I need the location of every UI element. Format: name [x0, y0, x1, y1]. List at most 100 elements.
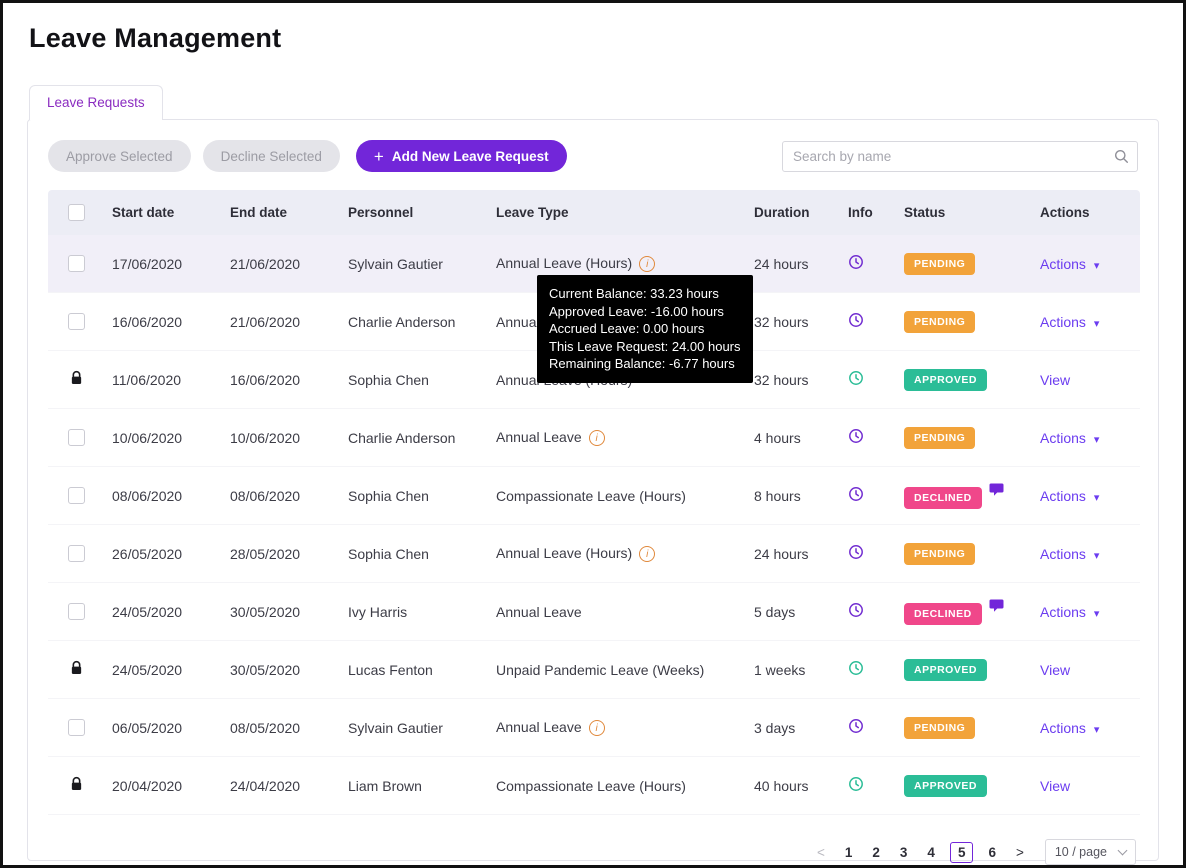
cell-leave-type: Annual Leave i [488, 408, 746, 467]
cell-status: APPROVED [896, 640, 1032, 699]
leave-type-label: Annual Leave [496, 428, 582, 445]
page-size-select[interactable]: 10 / page [1044, 839, 1136, 865]
select-cell [48, 235, 104, 293]
info-icon[interactable]: i [588, 720, 605, 737]
cell-duration: 40 hours [746, 756, 840, 815]
leave-requests-panel: Approve Selected Decline Selected + Add … [27, 119, 1159, 865]
row-checkbox[interactable] [67, 255, 85, 273]
cell-actions: View [1032, 756, 1140, 815]
clock-icon[interactable] [848, 370, 864, 386]
cell-start-date: 26/05/2020 [104, 524, 222, 583]
cell-duration: 4 hours [746, 408, 840, 467]
search-input[interactable] [782, 140, 1138, 172]
tooltip-line: Accrued Leave: 0.00 hours [549, 321, 705, 336]
clock-icon[interactable] [848, 312, 864, 328]
row-checkbox[interactable] [67, 603, 85, 621]
select-all-checkbox[interactable] [67, 204, 85, 221]
page-button-4[interactable]: 4 [922, 843, 940, 862]
comment-icon[interactable] [989, 483, 1004, 497]
row-checkbox[interactable] [67, 545, 85, 563]
clock-icon[interactable] [848, 254, 864, 270]
col-status: Status [896, 190, 1032, 235]
actions-menu-button[interactable]: Actions ▾ [1040, 430, 1099, 446]
cell-info [840, 524, 896, 583]
actions-menu-button[interactable]: Actions ▾ [1040, 488, 1099, 504]
table-row: 08/06/2020 08/06/2020 Sophia Chen Compassio… [48, 466, 1140, 525]
tab-leave-requests[interactable]: Leave Requests [29, 85, 163, 120]
page-button-6[interactable]: 6 [983, 843, 1001, 862]
tab-label: Leave Requests [47, 95, 145, 110]
page-button-2[interactable]: 2 [867, 843, 885, 862]
cell-start-date: 24/05/2020 [104, 582, 222, 641]
table-header-row: Start date End date Personnel Leave Type… [48, 190, 1140, 235]
clock-icon[interactable] [848, 486, 864, 502]
prev-page-button[interactable]: < [812, 843, 830, 862]
page-button-5[interactable]: 5 [949, 841, 974, 863]
clock-icon[interactable] [848, 718, 864, 734]
page-button-1[interactable]: 1 [840, 843, 858, 862]
leave-type-label: Annual Leave [496, 603, 582, 620]
actions-menu-button[interactable]: Actions ▾ [1040, 604, 1099, 620]
approve-selected-button[interactable]: Approve Selected [48, 140, 191, 172]
actions-menu-button[interactable]: Actions ▾ [1040, 314, 1099, 330]
actions-menu-button[interactable]: Actions ▾ [1040, 256, 1099, 272]
info-icon[interactable]: i [639, 546, 656, 563]
cell-personnel: Sylvain Gautier [340, 698, 488, 757]
actions-menu-button[interactable]: Actions ▾ [1040, 720, 1099, 736]
row-checkbox[interactable] [67, 429, 85, 447]
clock-icon[interactable] [848, 776, 864, 792]
view-link[interactable]: View [1040, 372, 1070, 388]
actions-menu-button[interactable]: Actions ▾ [1040, 546, 1099, 562]
clock-icon[interactable] [848, 660, 864, 676]
cell-leave-type: Annual Leave i [488, 698, 746, 757]
caret-down-icon: ▾ [1093, 491, 1100, 504]
col-leave-type: Leave Type [488, 190, 746, 235]
cell-end-date: 10/06/2020 [222, 408, 340, 467]
view-link[interactable]: View [1040, 662, 1070, 678]
select-cell [48, 582, 104, 641]
caret-down-icon: ▾ [1093, 607, 1100, 620]
cell-leave-type: Annual Leave [488, 582, 746, 641]
view-link[interactable]: View [1040, 778, 1070, 794]
status-badge: PENDING [904, 716, 976, 739]
leave-type-label: Annual Leave (Hours) [496, 544, 633, 561]
cell-personnel: Charlie Anderson [340, 292, 488, 351]
caret-down-icon: ▾ [1093, 433, 1100, 446]
pagination: < 123456 > 10 / page [48, 839, 1138, 865]
info-icon[interactable]: i [639, 256, 656, 273]
cell-duration: 24 hours [746, 524, 840, 583]
decline-selected-button[interactable]: Decline Selected [202, 140, 340, 172]
caret-down-icon: ▾ [1093, 317, 1100, 330]
row-checkbox[interactable] [67, 719, 85, 737]
page-button-3[interactable]: 3 [895, 843, 913, 862]
cell-personnel: Liam Brown [340, 756, 488, 815]
select-cell [48, 698, 104, 757]
info-icon[interactable]: i [588, 430, 605, 447]
comment-icon[interactable] [989, 599, 1004, 613]
row-checkbox[interactable] [67, 313, 85, 331]
clock-icon[interactable] [848, 544, 864, 560]
pagination-pages: 123456 [840, 841, 1001, 863]
cell-personnel: Sophia Chen [340, 350, 488, 409]
tooltip-line: Current Balance: 33.23 hours [549, 286, 719, 301]
select-cell [48, 350, 104, 409]
add-leave-request-label: Add New Leave Request [391, 148, 549, 164]
status-badge: PENDING [904, 310, 976, 333]
toolbar: Approve Selected Decline Selected + Add … [48, 140, 1138, 172]
clock-icon[interactable] [848, 428, 864, 444]
row-checkbox[interactable] [67, 487, 85, 505]
col-start-date: Start date [104, 190, 222, 235]
cell-start-date: 11/06/2020 [104, 350, 222, 409]
cell-status: PENDING [896, 235, 1032, 293]
status-badge: DECLINED [904, 602, 982, 625]
clock-icon[interactable] [848, 602, 864, 618]
cell-start-date: 08/06/2020 [104, 466, 222, 525]
cell-start-date: 06/05/2020 [104, 698, 222, 757]
cell-actions: View [1032, 350, 1140, 409]
cell-personnel: Sylvain Gautier [340, 235, 488, 293]
next-page-button[interactable]: > [1011, 843, 1029, 862]
status-badge: DECLINED [904, 486, 982, 509]
table-row: 24/05/2020 30/05/2020 Lucas Fenton Unpaid P… [48, 640, 1140, 699]
add-leave-request-button[interactable]: + Add New Leave Request [355, 140, 567, 172]
leave-type-label: Unpaid Pandemic Leave (Weeks) [496, 661, 705, 678]
